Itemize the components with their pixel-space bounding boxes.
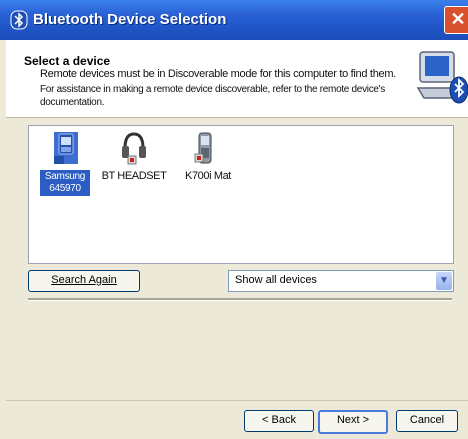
device-label: K700i Mat bbox=[185, 170, 231, 182]
device-label: Samsung 645970 bbox=[40, 170, 90, 196]
close-button[interactable]: ✕ bbox=[444, 6, 468, 34]
window-title: Bluetooth Device Selection bbox=[33, 11, 227, 28]
dialog-window: Bluetooth Device Selection ✕ Select a de… bbox=[0, 0, 468, 439]
header-panel: Select a device Remote devices must be i… bbox=[6, 40, 468, 118]
device-label: BT HEADSET bbox=[101, 170, 167, 182]
computer-bluetooth-icon bbox=[416, 51, 468, 104]
search-again-button[interactable]: Search Again bbox=[28, 270, 140, 292]
mobile-phone-icon bbox=[194, 132, 212, 164]
next-button[interactable]: Next > bbox=[318, 410, 388, 434]
device-item-bt-headset[interactable]: BT HEADSET bbox=[99, 128, 169, 188]
search-again-label: Search Again bbox=[51, 274, 117, 286]
dropdown-value: Show all devices bbox=[235, 274, 317, 286]
button-bar-separator bbox=[6, 400, 468, 401]
header-help-text: For assistance in making a remote device… bbox=[40, 84, 385, 108]
divider bbox=[28, 298, 452, 301]
header-instruction: Remote devices must be in Discoverable m… bbox=[40, 68, 396, 80]
device-item-samsung[interactable]: Samsung 645970 bbox=[37, 128, 93, 198]
headset-icon bbox=[122, 132, 146, 165]
cancel-button[interactable]: Cancel bbox=[396, 410, 458, 432]
next-label: Next > bbox=[336, 414, 370, 426]
back-label: < Back bbox=[262, 414, 296, 426]
device-filter-dropdown[interactable]: Show all devices ▼ bbox=[228, 270, 454, 292]
cancel-label: Cancel bbox=[409, 414, 445, 426]
device-item-k700i[interactable]: K700i Mat bbox=[175, 128, 237, 188]
device-list[interactable]: Samsung 645970 BT HEADSET K700i Mat bbox=[28, 125, 454, 264]
back-button[interactable]: < Back bbox=[244, 410, 314, 432]
chevron-down-icon[interactable]: ▼ bbox=[436, 272, 452, 290]
phone-icon bbox=[54, 132, 78, 164]
title-bar[interactable]: Bluetooth Device Selection ✕ bbox=[0, 0, 468, 40]
bluetooth-icon bbox=[10, 10, 28, 30]
header-title: Select a device bbox=[24, 54, 111, 68]
